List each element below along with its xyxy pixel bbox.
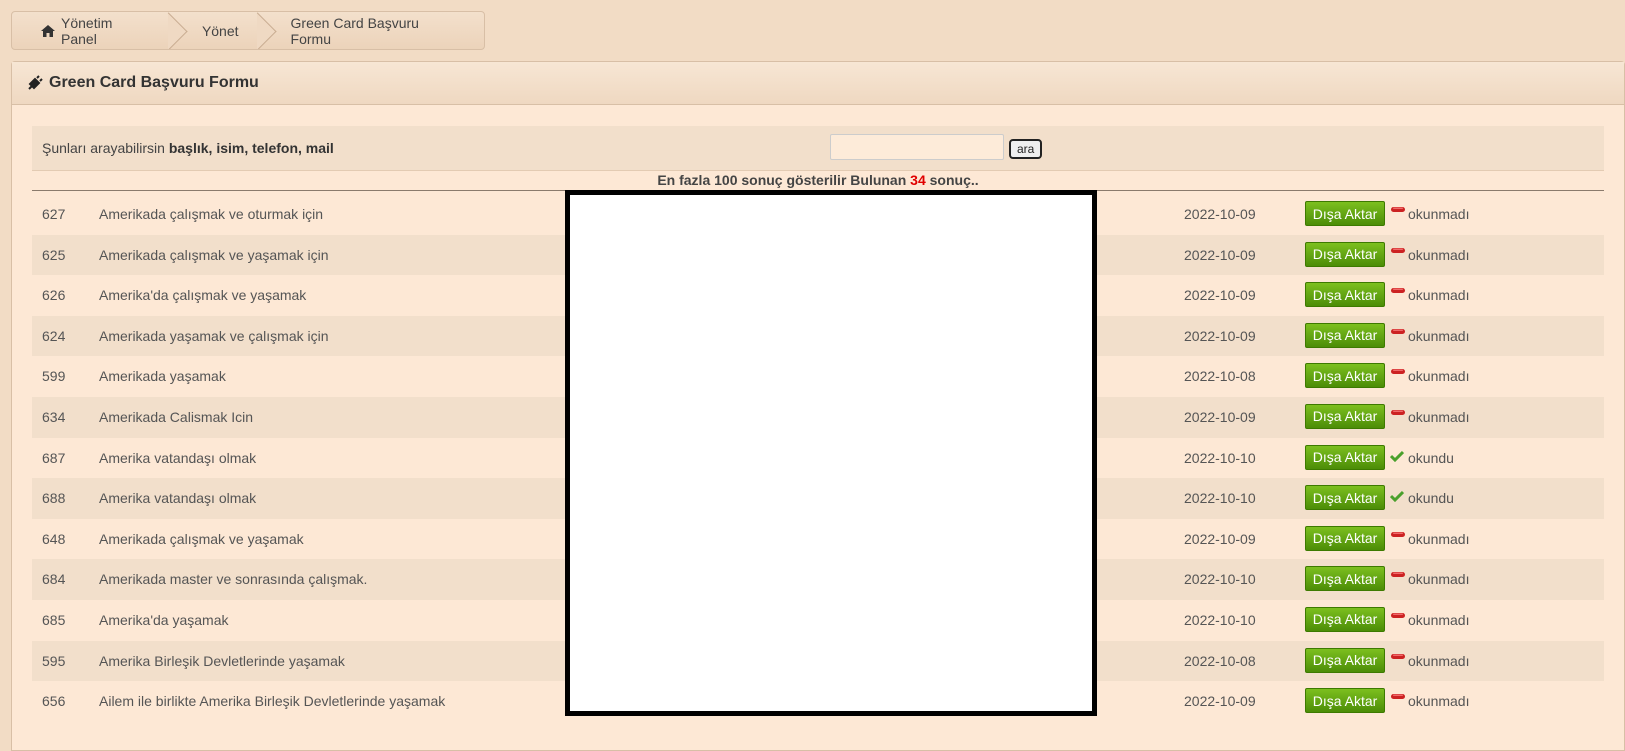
row-status: okunmadı <box>1408 530 1470 547</box>
export-button[interactable]: Dışa Aktar <box>1305 606 1385 632</box>
row-title: Amerika vatandaşı olmak <box>99 490 257 507</box>
result-suffix: sonuç.. <box>929 172 979 188</box>
row-title: Amerikada master ve sonrasında çalışmak. <box>99 571 368 588</box>
row-title: Amerikada yaşamak <box>99 368 226 385</box>
plug-icon <box>27 75 43 91</box>
home-icon <box>40 24 56 38</box>
row-date: 2022-10-09 <box>1184 206 1256 222</box>
row-title: Amerika'da çalışmak ve yaşamak <box>99 287 307 304</box>
row-id: 599 <box>42 368 66 385</box>
export-button[interactable]: Dışa Aktar <box>1305 322 1385 348</box>
row-title: Amerikada çalışmak ve yaşamak için <box>99 246 329 263</box>
row-id: 685 <box>42 611 66 628</box>
row-id: 684 <box>42 571 66 588</box>
row-date: 2022-10-09 <box>1184 408 1256 425</box>
export-button[interactable]: Dışa Aktar <box>1305 444 1385 470</box>
minus-icon <box>1390 571 1406 579</box>
breadcrumb: Yönetim Panel Yönet Green Card Başvuru F… <box>11 11 485 50</box>
export-button[interactable]: Dışa Aktar <box>1305 282 1385 308</box>
row-title: Amerikada çalışmak ve oturmak için <box>99 206 324 222</box>
row-status: okundu <box>1408 449 1454 466</box>
search-row: Şunları arayabilirsin başlık, isim, tele… <box>32 126 1604 171</box>
result-count: 34 <box>910 172 926 188</box>
row-id: 656 <box>42 693 66 710</box>
breadcrumb-home[interactable]: Yönetim Panel <box>12 12 174 49</box>
export-button[interactable]: Dışa Aktar <box>1305 647 1385 673</box>
export-button[interactable]: Dışa Aktar <box>1305 525 1385 551</box>
row-id: 648 <box>42 530 66 547</box>
row-date: 2022-10-10 <box>1184 490 1256 507</box>
row-id: 624 <box>42 327 66 344</box>
export-button[interactable]: Dışa Aktar <box>1305 201 1385 226</box>
minus-icon <box>1390 328 1406 336</box>
row-status: okunmadı <box>1408 408 1470 425</box>
export-button[interactable]: Dışa Aktar <box>1305 485 1385 511</box>
row-id: 634 <box>42 408 66 425</box>
row-date: 2022-10-09 <box>1184 693 1256 710</box>
redaction-box <box>565 190 1097 716</box>
row-title: Amerika'da yaşamak <box>99 611 229 628</box>
search-hint-prefix: Şunları arayabilirsin <box>42 140 165 156</box>
row-date: 2022-10-09 <box>1184 246 1256 263</box>
row-date: 2022-10-08 <box>1184 652 1256 669</box>
row-id: 687 <box>42 449 66 466</box>
minus-icon <box>1390 612 1406 620</box>
panel-header: Green Card Başvuru Formu <box>12 62 1624 105</box>
export-button[interactable]: Dışa Aktar <box>1305 403 1385 429</box>
export-button[interactable]: Dışa Aktar <box>1305 363 1385 389</box>
row-date: 2022-10-09 <box>1184 327 1256 344</box>
row-status: okunmadı <box>1408 611 1470 628</box>
row-id: 625 <box>42 246 66 263</box>
export-button[interactable]: Dışa Aktar <box>1305 688 1385 714</box>
row-title: Amerika Birleşik Devletlerinde yaşamak <box>99 652 345 669</box>
row-status: okunmadı <box>1408 652 1470 669</box>
row-id: 626 <box>42 287 66 304</box>
row-id: 688 <box>42 490 66 507</box>
export-button[interactable]: Dışa Aktar <box>1305 566 1385 592</box>
row-id: 595 <box>42 652 66 669</box>
result-info: En fazla 100 sonuç gösterilir Bulunan 34… <box>32 170 1604 191</box>
minus-icon <box>1390 409 1406 417</box>
panel-title: Green Card Başvuru Formu <box>49 74 259 91</box>
row-date: 2022-10-09 <box>1184 287 1256 304</box>
row-title: Amerikada çalışmak ve yaşamak <box>99 530 304 547</box>
minus-icon <box>1390 368 1406 376</box>
row-title: Amerikada yaşamak ve çalışmak için <box>99 327 329 344</box>
row-title: Ailem ile birlikte Amerika Birleşik Devl… <box>99 693 446 710</box>
row-status: okunmadı <box>1408 206 1470 222</box>
row-status: okunmadı <box>1408 368 1470 385</box>
breadcrumb-home-label: Yönetim Panel <box>61 14 113 47</box>
row-id: 627 <box>42 206 66 222</box>
check-icon <box>1390 490 1404 503</box>
result-prefix: En fazla 100 sonuç gösterilir Bulunan <box>657 172 907 188</box>
search-button[interactable]: ara <box>1009 139 1043 159</box>
row-date: 2022-10-10 <box>1184 571 1256 588</box>
search-input[interactable] <box>830 134 1004 160</box>
check-icon <box>1390 450 1404 462</box>
breadcrumb-current[interactable]: Green Card Başvuru Formu <box>263 12 484 49</box>
search-hint: Şunları arayabilirsin başlık, isim, tele… <box>42 140 334 156</box>
minus-icon <box>1390 247 1406 255</box>
row-date: 2022-10-09 <box>1184 530 1256 547</box>
row-status: okunmadı <box>1408 287 1470 304</box>
row-status: okundu <box>1408 490 1454 507</box>
search-hint-fields: başlık, isim, telefon, mail <box>168 140 334 156</box>
minus-icon <box>1390 206 1406 214</box>
row-date: 2022-10-10 <box>1184 449 1256 466</box>
minus-icon <box>1390 693 1406 701</box>
row-status: okunmadı <box>1408 571 1470 588</box>
row-title: Amerika vatandaşı olmak <box>99 449 257 466</box>
row-status: okunmadı <box>1408 246 1470 263</box>
row-status: okunmadı <box>1408 327 1470 344</box>
minus-icon <box>1390 653 1406 661</box>
export-button[interactable]: Dışa Aktar <box>1305 241 1385 267</box>
row-status: okunmadı <box>1408 693 1470 710</box>
row-date: 2022-10-10 <box>1184 611 1256 628</box>
minus-icon <box>1390 287 1406 295</box>
row-title: Amerikada Calismak Icin <box>99 408 254 425</box>
row-date: 2022-10-08 <box>1184 368 1256 385</box>
minus-icon <box>1390 531 1406 539</box>
